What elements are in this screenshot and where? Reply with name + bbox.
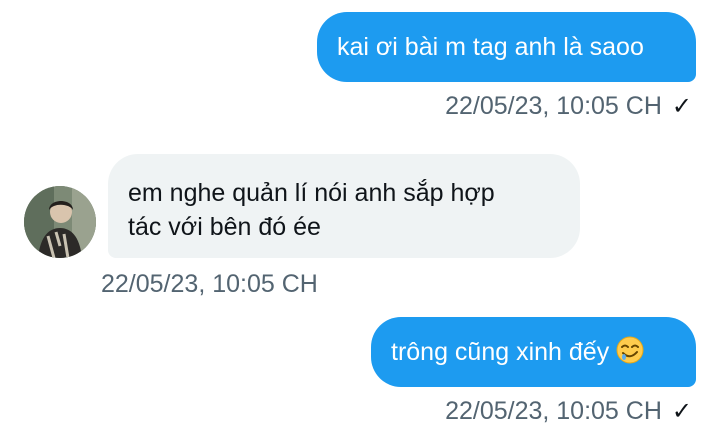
outgoing-message-bubble[interactable]: trông cũng xinh đếy (371, 317, 696, 387)
check-icon: ✓ (671, 398, 692, 425)
message-meta: 22/05/23, 10:05 CH ✓ (445, 397, 692, 426)
timestamp: 22/05/23, 10:05 CH (445, 92, 662, 120)
message-text-line: em nghe quản lí nói anh sắp hợp (128, 179, 495, 207)
timestamp: 22/05/23, 10:05 CH (101, 270, 318, 298)
message-text-line: tác với bên đó ée (128, 213, 321, 241)
timestamp: 22/05/23, 10:05 CH (445, 397, 662, 425)
message-meta: 22/05/23, 10:05 CH (101, 270, 318, 299)
incoming-message-bubble[interactable]: em nghe quản lí nói anh sắp hợp tác với … (108, 154, 580, 258)
message-meta: 22/05/23, 10:05 CH ✓ (445, 92, 692, 121)
avatar[interactable] (24, 186, 96, 258)
message-text: kai ơi bài m tag anh là saoo (337, 33, 644, 61)
drooling-face-emoji (615, 335, 645, 374)
message-text: trông cũng xinh đếy (391, 338, 610, 366)
check-icon: ✓ (671, 93, 692, 120)
person-avatar (24, 186, 96, 258)
outgoing-message-bubble[interactable]: kai ơi bài m tag anh là saoo (317, 12, 696, 82)
